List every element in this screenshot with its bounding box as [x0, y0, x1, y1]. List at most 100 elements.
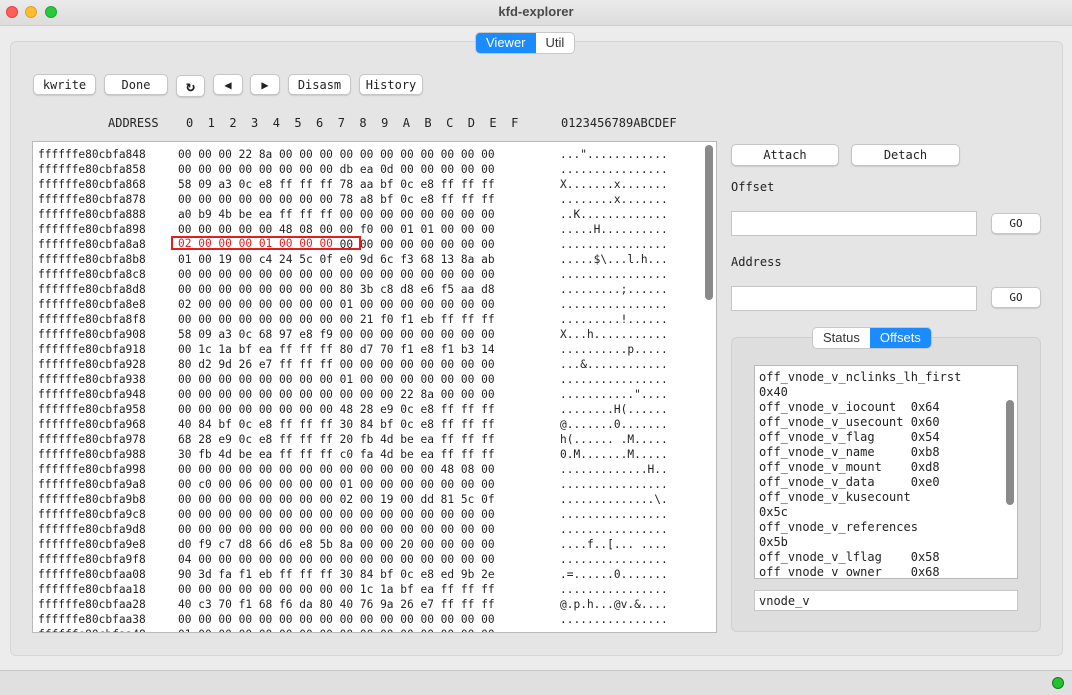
- back-button[interactable]: ◀: [213, 74, 243, 95]
- kwrite-button[interactable]: kwrite: [33, 74, 96, 95]
- hex-row[interactable]: ffffffe80cbfa858 00 00 00 00 00 00 00 00 …: [38, 162, 668, 177]
- hex-row[interactable]: ffffffe80cbfa8f8 00 00 00 00 00 00 00 00 …: [38, 312, 668, 327]
- row-bytes[interactable]: a0 b9 4b be ea ff ff ff 00 00 00 00 00 0…: [178, 207, 560, 222]
- hex-row[interactable]: ffffffe80cbfa8e8 02 00 00 00 00 00 00 00 …: [38, 297, 668, 312]
- row-bytes[interactable]: 00 00 00 00 00 00 00 00 02 00 19 00 dd 8…: [178, 492, 560, 507]
- row-bytes[interactable]: 00 1c 1a bf ea ff ff ff 80 d7 70 f1 e8 f…: [178, 342, 560, 357]
- hex-row[interactable]: ffffffe80cbfa988 30 fb 4d be ea ff ff ff …: [38, 447, 668, 462]
- hex-row[interactable]: ffffffe80cbfa9f8 04 00 00 00 00 00 00 00 …: [38, 552, 668, 567]
- hex-row[interactable]: ffffffe80cbfaa4801 00 00 00 00 00 00 00 …: [38, 627, 668, 632]
- hex-row[interactable]: ffffffe80cbfa878 00 00 00 00 00 00 00 00 …: [38, 192, 668, 207]
- hex-row[interactable]: ffffffe80cbfaa18 00 00 00 00 00 00 00 00 …: [38, 582, 668, 597]
- row-bytes[interactable]: 68 28 e9 0c e8 ff ff ff 20 fb 4d be ea f…: [178, 432, 560, 447]
- address-go-button[interactable]: GO: [991, 287, 1041, 308]
- hex-row[interactable]: ffffffe80cbfa9c8 00 00 00 00 00 00 00 00 …: [38, 507, 668, 522]
- offset-item[interactable]: off_vnode_v_kusecount: [755, 490, 1017, 505]
- offsets-filter-field[interactable]: [754, 590, 1018, 611]
- row-bytes[interactable]: 00 00 00 00 00 00 00 00 80 3b c8 d8 e6 f…: [178, 282, 560, 297]
- row-bytes[interactable]: d0 f9 c7 d8 66 d6 e8 5b 8a 00 00 20 00 0…: [178, 537, 560, 552]
- row-bytes[interactable]: 40 84 bf 0c e8 ff ff ff 30 84 bf 0c e8 f…: [178, 417, 560, 432]
- row-bytes[interactable]: 04 00 00 00 00 00 00 00 00 00 00 00 00 0…: [178, 552, 560, 567]
- tab-offsets[interactable]: Offsets: [869, 328, 931, 348]
- hex-row[interactable]: ffffffe80cbfa948 00 00 00 00 00 00 00 00 …: [38, 387, 668, 402]
- hex-row[interactable]: ffffffe80cbfa998 00 00 00 00 00 00 00 00 …: [38, 462, 668, 477]
- hex-row[interactable]: ffffffe80cbfa898 00 00 00 00 00 48 08 00 …: [38, 222, 668, 237]
- hex-view[interactable]: ffffffe80cbfa848 00 00 00 22 8a 00 00 00 …: [32, 141, 717, 633]
- hex-row[interactable]: ffffffe80cbfa888 a0 b9 4b be ea ff ff ff …: [38, 207, 668, 222]
- row-bytes[interactable]: 90 3d fa f1 eb ff ff ff 30 84 bf 0c e8 e…: [178, 567, 560, 582]
- hex-row[interactable]: ffffffe80cbfa928 80 d2 9d 26 e7 ff ff ff …: [38, 357, 668, 372]
- tab-util[interactable]: Util: [536, 33, 575, 53]
- offset-item[interactable]: off_vnode_v_usecount 0x60: [755, 415, 1017, 430]
- hex-row[interactable]: ffffffe80cbfa978 68 28 e9 0c e8 ff ff ff …: [38, 432, 668, 447]
- row-bytes[interactable]: 00 00 00 00 00 00 00 00 01 00 00 00 00 0…: [178, 372, 560, 387]
- row-bytes[interactable]: 40 c3 70 f1 68 f6 da 80 40 76 9a 26 e7 f…: [178, 597, 560, 612]
- hex-row[interactable]: ffffffe80cbfa958 00 00 00 00 00 00 00 00 …: [38, 402, 668, 417]
- row-bytes[interactable]: 00 00 00 00 00 00 00 00 00 21 f0 f1 eb f…: [178, 312, 560, 327]
- offset-item[interactable]: 0x5c: [755, 505, 1017, 520]
- hex-row[interactable]: ffffffe80cbfaa08 90 3d fa f1 eb ff ff ff …: [38, 567, 668, 582]
- row-bytes[interactable]: 00 00 00 00 00 00 00 00 00 00 00 00 00 0…: [178, 507, 560, 522]
- tab-viewer[interactable]: Viewer: [476, 33, 536, 53]
- row-bytes[interactable]: 00 00 00 00 00 00 00 00 78 a8 bf 0c e8 f…: [178, 192, 560, 207]
- offset-item[interactable]: off_vnode_v_nclinks_lh_first: [755, 370, 1017, 385]
- forward-button[interactable]: ▶: [250, 74, 280, 95]
- hex-row[interactable]: ffffffe80cbfa938 00 00 00 00 00 00 00 00 …: [38, 372, 668, 387]
- detach-button[interactable]: Detach: [851, 144, 960, 166]
- disasm-button[interactable]: Disasm: [288, 74, 351, 95]
- row-bytes[interactable]: 02 00 00 00 00 00 00 00 01 00 00 00 00 0…: [178, 297, 560, 312]
- row-bytes[interactable]: 00 00 00 22 8a 00 00 00 00 00 00 00 00 0…: [178, 147, 560, 162]
- hex-row[interactable]: ffffffe80cbfa8b8 01 00 19 00 c4 24 5c 0f …: [38, 252, 668, 267]
- history-button[interactable]: History: [359, 74, 423, 95]
- row-bytes[interactable]: 80 d2 9d 26 e7 ff ff ff 00 00 00 00 00 0…: [178, 357, 560, 372]
- hex-row[interactable]: ffffffe80cbfaa38 00 00 00 00 00 00 00 00 …: [38, 612, 668, 627]
- row-bytes[interactable]: 01 00 00 00 00 00 00 00 00 00 00 00 00 0…: [178, 627, 560, 632]
- offset-item[interactable]: off_vnode_v_name 0xb8: [755, 445, 1017, 460]
- offsets-scrollbar[interactable]: [1006, 400, 1014, 505]
- hex-row[interactable]: ffffffe80cbfa9a8 00 c0 00 06 00 00 00 00 …: [38, 477, 668, 492]
- offset-item[interactable]: off_vnode_v_references: [755, 520, 1017, 535]
- hex-row[interactable]: ffffffe80cbfa8c8 00 00 00 00 00 00 00 00 …: [38, 267, 668, 282]
- offsets-list[interactable]: off_vnode_v_nclinks_lh_first 0x40 off_vnod…: [754, 365, 1018, 579]
- row-bytes[interactable]: 58 09 a3 0c 68 97 e8 f9 00 00 00 00 00 0…: [178, 327, 560, 342]
- offset-item[interactable]: off_vnode_v_flag 0x54: [755, 430, 1017, 445]
- row-bytes[interactable]: 01 00 19 00 c4 24 5c 0f e0 9d 6c f3 68 1…: [178, 252, 560, 267]
- row-bytes[interactable]: 00 00 00 00 00 00 00 00 00 00 00 00 00 4…: [178, 462, 560, 477]
- row-bytes[interactable]: 30 fb 4d be ea ff ff ff c0 fa 4d be ea f…: [178, 447, 560, 462]
- offset-item[interactable]: off_vnode_v_mount 0xd8: [755, 460, 1017, 475]
- offset-item[interactable]: 0x5b: [755, 535, 1017, 550]
- row-bytes[interactable]: 00 c0 00 06 00 00 00 00 01 00 00 00 00 0…: [178, 477, 560, 492]
- offset-item[interactable]: off_vnode_v_lflag 0x58: [755, 550, 1017, 565]
- row-bytes[interactable]: 00 00 00 00 00 00 00 00 db ea 0d 00 00 0…: [178, 162, 560, 177]
- hex-row[interactable]: ffffffe80cbfaa28 40 c3 70 f1 68 f6 da 80 …: [38, 597, 668, 612]
- hex-row[interactable]: ffffffe80cbfa848 00 00 00 22 8a 00 00 00 …: [38, 147, 668, 162]
- hex-row[interactable]: ffffffe80cbfa8a8 02 00 00 00 01 00 00 00 …: [38, 237, 668, 252]
- row-bytes[interactable]: 00 00 00 00 00 00 00 00 00 00 00 22 8a 0…: [178, 387, 560, 402]
- done-button[interactable]: Done: [104, 74, 168, 95]
- hex-row[interactable]: ffffffe80cbfa908 58 09 a3 0c 68 97 e8 f9 …: [38, 327, 668, 342]
- refresh-icon[interactable]: ↻: [176, 75, 205, 97]
- row-bytes[interactable]: 58 09 a3 0c e8 ff ff ff 78 aa bf 0c e8 f…: [178, 177, 560, 192]
- tab-status[interactable]: Status: [813, 328, 870, 348]
- offset-item[interactable]: 0x40: [755, 385, 1017, 400]
- row-bytes[interactable]: 00 00 00 00 00 48 08 00 00 f0 00 01 01 0…: [178, 222, 560, 237]
- hex-row[interactable]: ffffffe80cbfa8d8 00 00 00 00 00 00 00 00 …: [38, 282, 668, 297]
- hex-row[interactable]: ffffffe80cbfa868 58 09 a3 0c e8 ff ff ff …: [38, 177, 668, 192]
- hex-row[interactable]: ffffffe80cbfa9e8 d0 f9 c7 d8 66 d6 e8 5b …: [38, 537, 668, 552]
- hex-scrollbar[interactable]: [705, 145, 713, 300]
- row-bytes[interactable]: 00 00 00 00 00 00 00 00 48 28 e9 0c e8 f…: [178, 402, 560, 417]
- offset-item[interactable]: off_vnode_v_iocount 0x64: [755, 400, 1017, 415]
- address-field[interactable]: [731, 286, 977, 311]
- offset-field[interactable]: [731, 211, 977, 236]
- hex-row[interactable]: ffffffe80cbfa9b8 00 00 00 00 00 00 00 00 …: [38, 492, 668, 507]
- offset-item[interactable]: off_vnode_v_owner 0x68: [755, 565, 1017, 578]
- hex-row[interactable]: ffffffe80cbfa968 40 84 bf 0c e8 ff ff ff …: [38, 417, 668, 432]
- hex-row[interactable]: ffffffe80cbfa9d8 00 00 00 00 00 00 00 00 …: [38, 522, 668, 537]
- row-bytes[interactable]: 00 00 00 00 00 00 00 00 00 1c 1a bf ea f…: [178, 582, 560, 597]
- attach-button[interactable]: Attach: [731, 144, 839, 166]
- hex-row[interactable]: ffffffe80cbfa918 00 1c 1a bf ea ff ff ff …: [38, 342, 668, 357]
- row-bytes[interactable]: 00 00 00 00 00 00 00 00 00 00 00 00 00 0…: [178, 267, 560, 282]
- row-bytes[interactable]: 00 00 00 00 00 00 00 00 00 00 00 00 00 0…: [178, 612, 560, 627]
- row-bytes[interactable]: 00 00 00 00 00 00 00 00 00 00 00 00 00 0…: [178, 522, 560, 537]
- offset-go-button[interactable]: GO: [991, 213, 1041, 234]
